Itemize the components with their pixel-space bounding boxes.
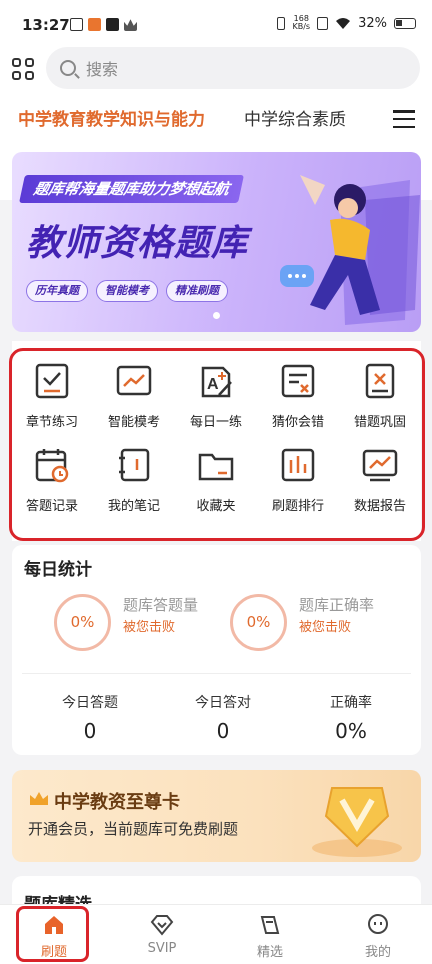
notification-icon-2 [88,18,101,31]
book-icon [260,916,280,934]
network-speed: 168 KB/s [292,15,310,31]
apps-grid-icon[interactable] [12,58,34,80]
func-smart-mock[interactable]: 智能模考 [94,362,174,430]
banner-slogan: 题库帮海量题库助力梦想起航 [19,175,244,203]
checklist-icon [35,363,69,399]
func-label: 猜你会错 [271,415,324,430]
speed-unit: KB/s [292,22,311,31]
battery-icon [394,17,416,29]
nav-label: 精选 [256,945,283,960]
func-label: 智能模考 [107,415,160,430]
func-wrong-review[interactable]: 错题巩固 [340,362,420,430]
metric-label: 今日答题 [62,695,118,711]
doc-x-icon [281,364,315,398]
banner-illustration [280,175,420,325]
func-label: 我的笔记 [107,499,160,514]
nav-label: 我的 [364,945,391,960]
metric-label: 正确率 [330,695,372,711]
search-icon [60,60,76,76]
func-label: 数据报告 [353,499,406,514]
vibrate-icon [277,16,286,30]
metric-accuracy: 正确率 0% [291,692,411,743]
banner-tag: 历年真题 [26,280,88,302]
func-label: 每日一练 [189,415,242,430]
calendar-clock-icon [35,449,69,483]
answer-volume-label: 题库答题量 [123,596,199,614]
vip-v-badge [312,787,402,857]
metric-today-answered: 今日答题 0 [30,692,150,743]
func-data-report[interactable]: 数据报告 [340,446,420,514]
vip-title: 中学教资至尊卡 [54,792,180,813]
accuracy-label: 题库正确率 [299,596,375,614]
diamond-icon [150,915,174,936]
tab-teaching-knowledge[interactable]: 中学教育教学知识与能力 [18,105,205,130]
nav-item-featured[interactable]: 精选 [216,905,324,964]
func-favorites[interactable]: 收藏夹 [176,446,256,514]
accuracy-ring: 0% [230,594,287,651]
sim-icon [317,16,329,30]
func-label: 刷题排行 [271,499,324,514]
wrong-doc-icon [365,363,395,399]
func-label: 错题巩固 [353,415,406,430]
divider [22,673,411,674]
func-daily-practice[interactable]: A 每日一练 [176,362,256,430]
status-bar: 13:27 168 KB/s 32% [0,0,432,50]
func-label: 答题记录 [25,499,78,514]
metric-value: 0 [83,719,97,743]
tiktok-icon [106,18,119,31]
func-label: 章节练习 [25,415,78,430]
metric-value: 0% [335,719,367,743]
func-answer-record[interactable]: 答题记录 [12,446,92,514]
answer-volume-ring: 0% [54,594,111,651]
func-label: 收藏夹 [196,499,236,514]
notebook-icon [119,448,150,482]
bar-rank-icon [281,448,315,482]
metric-today-correct: 今日答对 0 [163,692,283,743]
metric-label: 今日答对 [195,695,251,711]
nav-label: SVIP [147,941,177,956]
notification-icon-1 [70,18,83,31]
crown-notification-icon [124,19,137,31]
metric-value: 0 [216,719,230,743]
nav-item-svip[interactable]: SVIP [108,905,216,964]
func-guess-wrong[interactable]: 猜你会错 [258,362,338,430]
answer-volume-sub: 被您击败 [123,620,176,635]
folder-icon [198,453,234,481]
crown-icon [30,792,48,805]
tab-comprehensive-quality[interactable]: 中学综合素质 [244,105,346,130]
nav-item-mine[interactable]: 我的 [324,905,432,964]
battery-percent: 32% [358,15,387,31]
trend-chart-icon [116,365,152,396]
wifi-icon [336,17,351,29]
banner-tags: 历年真题 智能模考 精准刷题 [26,280,228,302]
status-right: 168 KB/s 32% [277,15,416,31]
search-bar[interactable]: 搜索 [46,47,420,89]
func-my-notes[interactable]: 我的笔记 [94,446,174,514]
banner-tag: 智能模考 [96,280,158,302]
banner-tag: 精准刷题 [166,280,228,302]
menu-icon[interactable] [393,110,415,128]
chat-bubble-icon [368,914,388,934]
stats-title: 每日统计 [24,560,92,580]
vip-card[interactable]: 中学教资至尊卡 开通会员，当前题库可免费刷题 [12,770,421,862]
status-time: 13:27 [22,16,70,34]
subject-tabs: 中学教育教学知识与能力 中学综合素质 [0,105,432,137]
nav-highlight-outline [16,906,89,962]
report-chart-icon [362,449,398,482]
vip-subtitle: 开通会员，当前题库可免费刷题 [28,820,239,838]
carousel-indicator [213,312,220,319]
search-placeholder: 搜索 [86,60,119,79]
accuracy-sub: 被您击败 [299,620,352,635]
banner-title: 教师资格题库 [26,223,249,264]
a-plus-pen-icon: A [201,366,232,398]
daily-stats-card: 每日统计 0% 题库答题量 被您击败 0% 题库正确率 被您击败 今日答题 0 … [12,545,421,755]
svg-text:A: A [207,376,219,393]
func-ranking[interactable]: 刷题排行 [258,446,338,514]
func-chapter-practice[interactable]: 章节练习 [12,362,92,430]
